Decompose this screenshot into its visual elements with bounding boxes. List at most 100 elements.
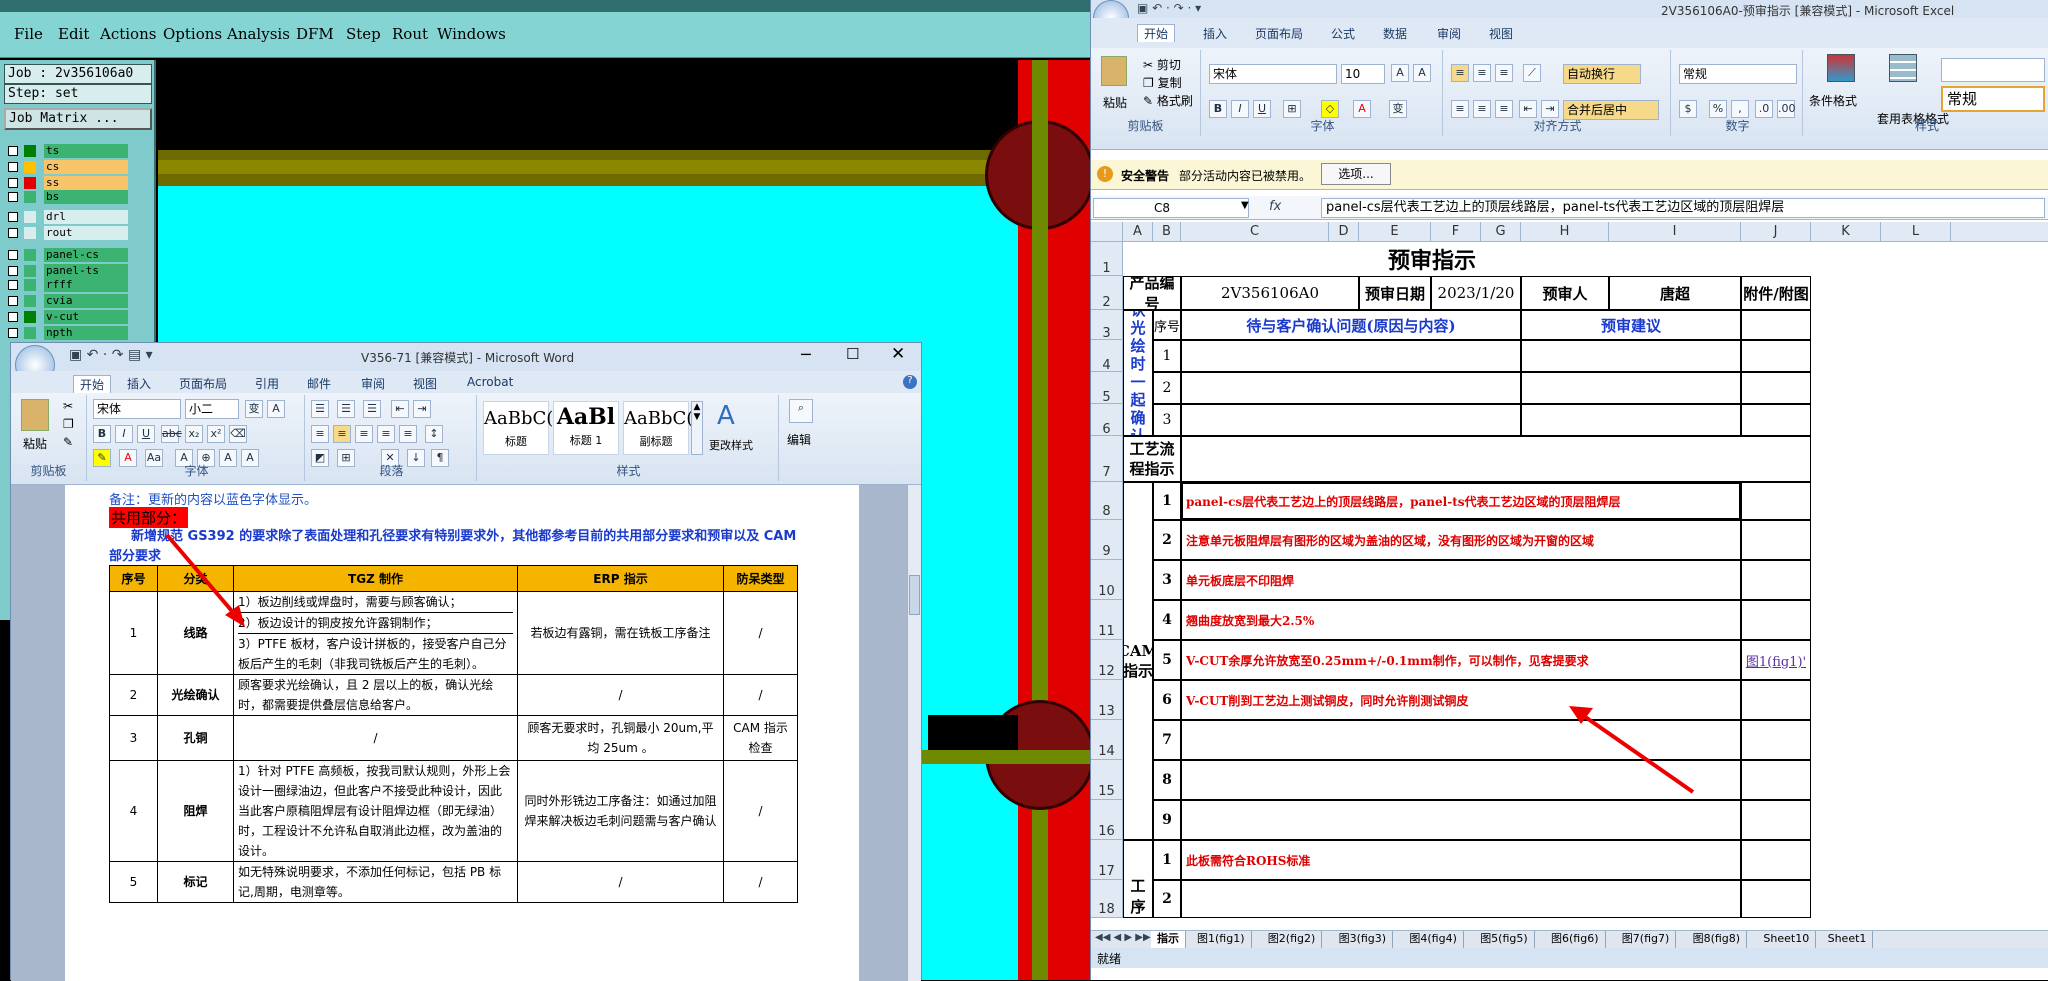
strikethrough-icon[interactable]: abc (161, 425, 182, 443)
layer-row[interactable]: ss (4, 176, 128, 190)
align-right-icon[interactable]: ≡ (355, 425, 373, 443)
layer-checkbox[interactable] (8, 228, 18, 238)
cut-button[interactable]: ✂ 剪切 (1143, 56, 1181, 73)
style-heading1[interactable]: AaBl 标题 1 (553, 401, 619, 455)
word-page[interactable]: 备注：更新的内容以蓝色字体显示。 共用部分： 新增规范 GS392 的要求除了表… (65, 485, 859, 981)
word-vscrollbar[interactable] (907, 485, 921, 981)
layer-name[interactable]: panel-cs (44, 248, 128, 262)
wrap-text-button[interactable]: 自动换行 (1563, 64, 1641, 84)
minimize-icon[interactable]: ─ (801, 345, 811, 364)
layer-row[interactable]: rfff (4, 278, 128, 292)
style-title[interactable]: AaBbC( 标题 (483, 401, 553, 455)
sheet-tab[interactable]: 图4(fig4) (1403, 931, 1464, 948)
fx-icon[interactable]: fx (1269, 199, 1281, 214)
borders-icon[interactable]: ⊞ (1283, 100, 1301, 118)
sheet-tab[interactable]: Sheet10 (1757, 931, 1817, 948)
copy-button[interactable]: ❐ 复制 (1143, 74, 1182, 91)
tab-references[interactable]: 引用 (255, 375, 279, 392)
cut-icon[interactable]: ✂ (63, 399, 73, 413)
styles-scroll[interactable]: ▲ ▼ (691, 401, 703, 455)
layer-name[interactable]: cs (44, 160, 128, 174)
italic-icon[interactable]: I (1231, 100, 1249, 118)
sheet-tab[interactable]: 图8(fig8) (1687, 931, 1748, 948)
tab-home[interactable]: 开始 (1137, 24, 1176, 42)
tab-formulas[interactable]: 公式 (1331, 25, 1355, 42)
layer-row[interactable]: cs (4, 160, 128, 174)
layer-row[interactable]: bs (4, 190, 128, 204)
tab-layout[interactable]: 页面布局 (179, 375, 227, 392)
layer-checkbox[interactable] (8, 312, 18, 322)
layer-row[interactable]: panel-cs (4, 248, 128, 262)
tab-insert[interactable]: 插入 (127, 375, 151, 392)
shrink-font-icon[interactable]: A (1413, 64, 1431, 82)
bullets-icon[interactable]: ☰ (311, 400, 329, 418)
number-format-select[interactable]: 常规 (1679, 64, 1797, 84)
layer-checkbox[interactable] (8, 250, 18, 260)
orientation-icon[interactable]: ⟋ (1523, 64, 1541, 82)
currency-icon[interactable]: $ (1679, 100, 1697, 118)
style-subtitle[interactable]: AaBbC( 副标题 (623, 401, 693, 455)
tab-mailings[interactable]: 邮件 (307, 375, 331, 392)
align-right-icon[interactable]: ≡ (1495, 100, 1513, 118)
layer-name[interactable]: ts (44, 144, 128, 158)
word-scroll-thumb[interactable] (909, 575, 920, 615)
outdent-icon[interactable]: ⇤ (391, 400, 409, 418)
help-icon[interactable]: ? (903, 375, 917, 389)
underline-icon[interactable]: U (137, 425, 155, 443)
name-box-dropdown-icon[interactable]: ▼ (1241, 200, 1249, 211)
layer-checkbox[interactable] (8, 178, 18, 188)
tab-page-layout[interactable]: 页面布局 (1255, 25, 1303, 42)
tab-view[interactable]: 视图 (413, 375, 437, 392)
layer-name[interactable]: rfff (44, 278, 128, 292)
options-button[interactable]: 选项... (1321, 163, 1391, 185)
indent-icon[interactable]: ⇥ (413, 400, 431, 418)
increase-decimal-icon[interactable]: .0 (1755, 100, 1773, 118)
sheet-tab[interactable]: Sheet1 (1822, 931, 1874, 948)
layer-name[interactable]: ss (44, 176, 128, 190)
superscript-icon[interactable]: x² (207, 425, 225, 443)
format-painter-button[interactable]: ✎ 格式刷 (1143, 92, 1193, 109)
style-normal-box[interactable]: 常规 (1941, 86, 2045, 112)
xl-font-size[interactable]: 10 (1341, 64, 1385, 84)
tab-view[interactable]: 视图 (1489, 25, 1513, 42)
font-name-select[interactable]: 宋体 (93, 399, 181, 419)
sheet-tab[interactable]: 指示 (1151, 931, 1186, 948)
tab-insert[interactable]: 插入 (1203, 25, 1227, 42)
style-blank-box[interactable] (1941, 58, 2045, 82)
quick-access-icons[interactable]: ▣ ↶ · ↷ · ▾ (1137, 1, 1201, 15)
tab-acrobat[interactable]: Acrobat (467, 375, 513, 389)
indent-icon[interactable]: ⇥ (1541, 100, 1559, 118)
menu-step[interactable]: Step (346, 25, 381, 43)
phonetic-icon[interactable]: 变 (245, 400, 263, 418)
sheet-tab[interactable]: 图1(fig1) (1191, 931, 1252, 948)
formula-input[interactable]: panel-cs层代表工艺边上的顶层线路层，panel-ts代表工艺边区域的顶层… (1321, 198, 2045, 218)
decrease-decimal-icon[interactable]: .00 (1777, 100, 1796, 118)
clear-format-icon[interactable]: ⌫ (229, 425, 247, 443)
paste-icon[interactable] (1101, 56, 1127, 86)
layer-checkbox[interactable] (8, 192, 18, 202)
layer-name[interactable]: v-cut (44, 310, 128, 324)
layer-name[interactable]: rout (44, 226, 128, 240)
layer-row[interactable]: rout (4, 226, 128, 240)
align-center-icon[interactable]: ≡ (1473, 100, 1491, 118)
tab-data[interactable]: 数据 (1383, 25, 1407, 42)
copy-icon[interactable]: ❐ (63, 417, 74, 431)
grow-font-icon[interactable]: A (1391, 64, 1409, 82)
align-left-icon[interactable]: ≡ (1451, 100, 1469, 118)
char-border-icon[interactable]: A (267, 400, 285, 418)
edit-label[interactable]: 编辑 (787, 431, 811, 448)
sheet-tab[interactable]: 图5(fig5) (1474, 931, 1535, 948)
close-icon[interactable]: ✕ (891, 344, 905, 364)
fill-color-icon[interactable]: ◇ (1321, 100, 1339, 118)
sheet-tab[interactable]: 图6(fig6) (1545, 931, 1606, 948)
tab-review[interactable]: 审阅 (1437, 25, 1461, 42)
layer-checkbox[interactable] (8, 162, 18, 172)
conditional-format-icon[interactable] (1827, 54, 1855, 82)
line-spacing-icon[interactable]: ↕ (425, 425, 443, 443)
xl-font-name[interactable]: 宋体 (1209, 64, 1337, 84)
menu-file[interactable]: File (14, 25, 43, 43)
italic-icon[interactable]: I (115, 425, 133, 443)
phonetic-icon[interactable]: 变 (1389, 100, 1407, 118)
layer-name[interactable]: panel-ts (44, 264, 128, 278)
layer-row[interactable]: drl (4, 210, 128, 224)
